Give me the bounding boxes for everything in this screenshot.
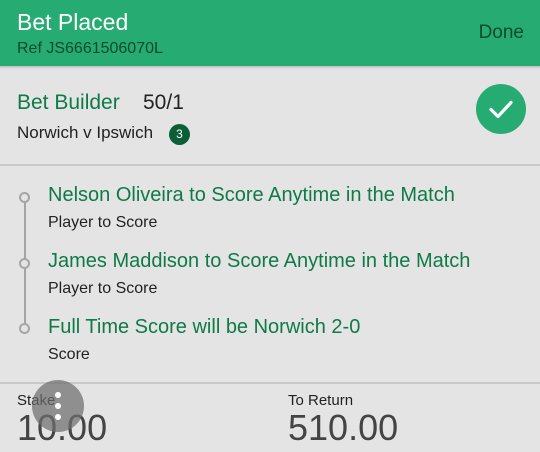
bet-placed-header: Bet Placed Ref JS6661506070L Done <box>0 0 540 66</box>
bet-reference: Ref JS6661506070L <box>17 40 163 57</box>
selection-title: James Maddison to Score Anytime in the M… <box>48 250 471 272</box>
selection-market: Player to Score <box>48 214 158 231</box>
selection-title: Full Time Score will be Norwich 2-0 <box>48 316 361 338</box>
more-options-button[interactable] <box>32 380 84 432</box>
timeline-dot-icon <box>19 192 30 203</box>
done-button[interactable]: Done <box>479 22 524 44</box>
more-vertical-icon <box>55 414 61 420</box>
match-name: Norwich v Ipswich <box>17 123 154 142</box>
header-title: Bet Placed <box>17 9 129 35</box>
selection-market: Player to Score <box>48 280 158 297</box>
selection-market: Score <box>48 346 90 363</box>
selection-count-badge: 3 <box>169 124 190 145</box>
selection-title: Nelson Oliveira to Score Anytime in the … <box>48 184 455 206</box>
check-icon <box>476 84 526 134</box>
bet-odds: 50/1 <box>143 91 184 114</box>
more-vertical-icon <box>55 392 61 398</box>
divider <box>0 382 540 384</box>
bet-type-name: Bet Builder <box>17 91 120 114</box>
more-vertical-icon <box>55 403 61 409</box>
header-shadow <box>0 66 540 69</box>
to-return-value: 510.00 <box>288 407 399 448</box>
divider <box>0 164 540 166</box>
timeline-dot-icon <box>19 258 30 269</box>
timeline-dot-icon <box>19 323 30 334</box>
